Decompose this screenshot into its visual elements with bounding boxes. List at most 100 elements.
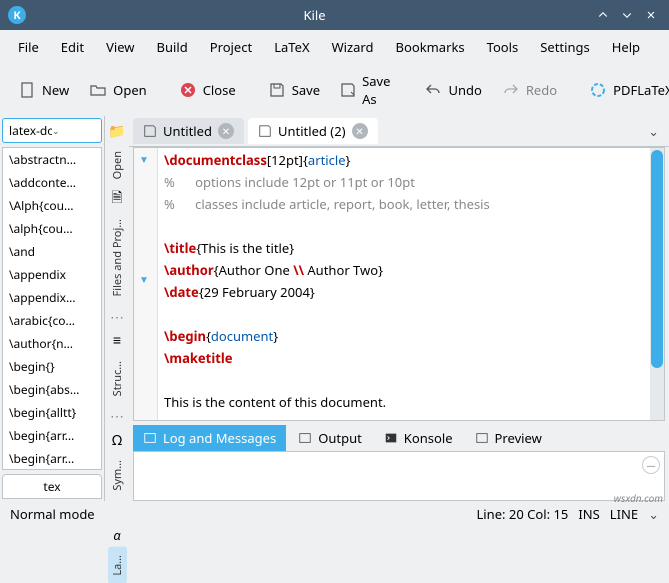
tab-close-icon[interactable]: ✕ <box>218 123 234 139</box>
ribbon-structure[interactable]: Struc… <box>108 353 127 404</box>
ribbon-symbols[interactable]: Sym… <box>108 452 127 499</box>
tab-konsole[interactable]: Konsole <box>374 425 463 451</box>
list-item[interactable]: \addconte… <box>3 171 101 194</box>
status-mode: Normal mode <box>10 505 95 523</box>
category-combo[interactable]: latex-document ⌄ <box>2 118 102 143</box>
open-button[interactable]: Open <box>81 77 155 103</box>
menu-build[interactable]: Build <box>147 34 198 60</box>
tabbar-chevron-icon[interactable]: ⌄ <box>642 120 665 142</box>
fold-marker-icon[interactable]: ▼ <box>139 272 149 286</box>
tab-label: Log and Messages <box>163 429 276 447</box>
list-item[interactable]: \begin{alltt} <box>3 401 101 424</box>
menu-tools[interactable]: Tools <box>477 34 529 60</box>
ribbon-latex[interactable]: La… <box>108 547 127 583</box>
close-icon <box>179 81 197 99</box>
symbols-icon[interactable]: Ω <box>108 431 126 449</box>
tab-label: Output <box>318 429 362 447</box>
menu-file[interactable]: File <box>8 34 49 60</box>
folder-icon[interactable]: 📁 <box>108 122 126 140</box>
status-line-end[interactable]: LINE <box>610 505 638 523</box>
menu-project[interactable]: Project <box>200 34 262 60</box>
preview-icon <box>475 431 489 445</box>
app-icon: K <box>8 6 26 24</box>
undo-label: Undo <box>448 81 481 99</box>
tab-preview[interactable]: Preview <box>465 425 552 451</box>
konsole-icon <box>384 431 398 445</box>
save-icon <box>258 124 272 138</box>
save-icon <box>143 124 157 138</box>
gutter: ▼ ▼ <box>134 148 158 420</box>
list-item[interactable]: \begin{arr… <box>3 424 101 447</box>
main-area: latex-document ⌄ \abstractn… \addconte… … <box>0 116 669 501</box>
alpha-icon[interactable]: α <box>108 526 126 544</box>
list-item[interactable]: \begin{abs… <box>3 378 101 401</box>
undo-button[interactable]: Undo <box>416 77 489 103</box>
menu-latex[interactable]: LaTeX <box>264 34 319 60</box>
close-doc-button[interactable]: Close <box>171 77 244 103</box>
compiler-selector[interactable]: PDFLaTeX⌄ <box>581 77 669 103</box>
ribbon-files[interactable]: Files and Proj… <box>108 211 127 304</box>
status-chevron-icon[interactable]: ⌄ <box>648 505 659 523</box>
redo-label: Redo <box>526 81 557 99</box>
tab-label: Preview <box>495 429 542 447</box>
list-item[interactable]: \begin{} <box>3 355 101 378</box>
save-icon <box>268 81 286 99</box>
save-button[interactable]: Save <box>260 77 328 103</box>
menu-view[interactable]: View <box>96 34 144 60</box>
left-bottom-tab[interactable]: tex <box>2 474 102 499</box>
tab-log[interactable]: Log and Messages <box>133 425 286 451</box>
close-label: Close <box>203 81 236 99</box>
menu-bookmarks[interactable]: Bookmarks <box>386 34 475 60</box>
scrollbar-thumb[interactable] <box>651 150 663 368</box>
menu-help[interactable]: Help <box>602 34 650 60</box>
fold-marker-icon[interactable]: ▼ <box>139 152 149 166</box>
list-item[interactable]: \arabic{co… <box>3 309 101 332</box>
saveas-label: Save As <box>362 72 392 108</box>
folder-open-icon <box>89 81 107 99</box>
collapse-button[interactable]: — <box>642 456 660 474</box>
maximize-button[interactable] <box>617 5 637 25</box>
tab-untitled-2[interactable]: Untitled (2) ✕ <box>248 118 378 144</box>
list-item[interactable]: \appendix <box>3 263 101 286</box>
new-file-icon <box>18 81 36 99</box>
new-button[interactable]: New <box>10 77 77 103</box>
structure-icon[interactable]: ≡ <box>108 332 126 350</box>
ribbon-open[interactable]: Open <box>108 143 127 187</box>
menu-edit[interactable]: Edit <box>51 34 94 60</box>
side-ribbons: 📁 Open 🗎 Files and Proj… ⋯ ≡ Struc… ⋯ Ω … <box>105 116 129 501</box>
separator-dots: ⋯ <box>110 306 124 329</box>
menu-wizard[interactable]: Wizard <box>322 34 384 60</box>
status-insert[interactable]: INS <box>578 505 599 523</box>
tab-close-icon[interactable]: ✕ <box>352 123 368 139</box>
document-tabbar: Untitled ✕ Untitled (2) ✕ ⌄ <box>129 116 669 147</box>
compiler-label: PDFLaTeX <box>613 81 669 99</box>
list-item[interactable]: \abstractn… <box>3 148 101 171</box>
bottom-pane: Log and Messages Output Konsole Preview … <box>133 425 665 501</box>
bottom-tabs: Log and Messages Output Konsole Preview <box>133 425 665 451</box>
tab-untitled-1[interactable]: Untitled ✕ <box>133 118 244 144</box>
saveas-button[interactable]: Save As <box>332 68 400 112</box>
list-item[interactable]: \Alph{cou… <box>3 194 101 217</box>
redo-button: Redo <box>494 77 565 103</box>
code-editor[interactable]: ▼ ▼ \documentclass[12pt]{article} % opti… <box>133 147 665 421</box>
editor-area: Untitled ✕ Untitled (2) ✕ ⌄ ▼ ▼ \documen… <box>129 116 669 501</box>
window-title: Kile <box>36 6 593 24</box>
menu-settings[interactable]: Settings <box>530 34 599 60</box>
tab-label: Untitled <box>163 122 212 140</box>
minimize-button[interactable] <box>593 5 613 25</box>
pdflatex-icon <box>589 81 607 99</box>
list-item[interactable]: \author{n… <box>3 332 101 355</box>
list-item[interactable]: \and <box>3 240 101 263</box>
command-list[interactable]: \abstractn… \addconte… \Alph{cou… \alph{… <box>2 147 102 470</box>
list-item[interactable]: \appendix… <box>3 286 101 309</box>
code-content[interactable]: \documentclass[12pt]{article} % options … <box>158 148 650 420</box>
toolbar: New Open Close Save Save As Undo Redo PD… <box>0 64 669 116</box>
files-icon[interactable]: 🗎 <box>108 190 126 208</box>
tab-output[interactable]: Output <box>288 425 372 451</box>
vertical-scrollbar[interactable] <box>650 148 664 420</box>
close-button[interactable] <box>641 5 661 25</box>
left-panel: latex-document ⌄ \abstractn… \addconte… … <box>0 116 105 501</box>
tab-label: Konsole <box>404 429 453 447</box>
list-item[interactable]: \alph{cou… <box>3 217 101 240</box>
list-item[interactable]: \begin{arr… <box>3 447 101 470</box>
